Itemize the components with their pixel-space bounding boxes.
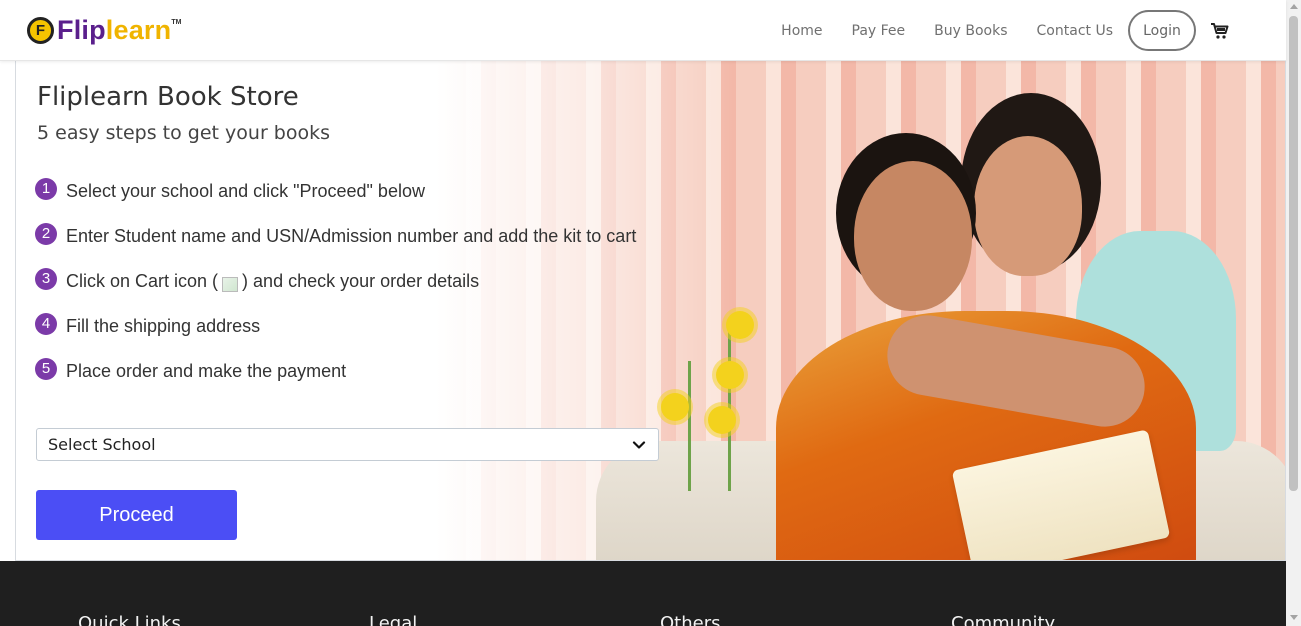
step-text-before: Click on Cart icon ( bbox=[66, 271, 219, 291]
logo-wordmark: Fliplearn bbox=[57, 17, 171, 44]
step-number-badge: 2 bbox=[35, 222, 57, 245]
hero-image-flower bbox=[661, 393, 689, 421]
top-navbar: F Fliplearn TM Home Pay Fee Buy Books Co… bbox=[0, 0, 1286, 61]
login-button[interactable]: Login bbox=[1128, 10, 1196, 51]
logo-text-part2: learn bbox=[105, 15, 172, 45]
step-item: 2 Enter Student name and USN/Admission n… bbox=[35, 214, 636, 259]
step-number-badge: 1 bbox=[35, 177, 57, 200]
hero-image-girl-face bbox=[974, 136, 1082, 276]
hero-image-flower bbox=[708, 406, 736, 434]
hero-image-flower bbox=[726, 311, 754, 339]
step-text: Select your school and click "Proceed" b… bbox=[66, 181, 425, 201]
vertical-scrollbar[interactable] bbox=[1286, 0, 1301, 626]
footer-heading-legal: Legal bbox=[369, 613, 418, 626]
step-text: Fill the shipping address bbox=[66, 316, 261, 336]
logo-badge: F bbox=[27, 17, 54, 44]
cart-icon[interactable] bbox=[1210, 21, 1230, 41]
logo-trademark: TM bbox=[171, 19, 182, 26]
school-select[interactable]: Select School bbox=[36, 428, 659, 461]
nav-contact-us[interactable]: Contact Us bbox=[1037, 23, 1113, 39]
scrollbar-thumb[interactable] bbox=[1289, 16, 1298, 491]
proceed-button[interactable]: Proceed bbox=[36, 490, 237, 540]
chevron-down-icon bbox=[632, 441, 646, 449]
step-item: 5 Place order and make the payment bbox=[35, 349, 636, 394]
book-store-hero: Fliplearn Book Store 5 easy steps to get… bbox=[15, 61, 1286, 561]
hero-image-stem bbox=[688, 361, 691, 491]
footer-heading-others: Others bbox=[660, 613, 721, 626]
page-subtitle: 5 easy steps to get your books bbox=[37, 122, 331, 144]
step-number-badge: 5 bbox=[35, 357, 57, 380]
step-item: 1 Select your school and click "Proceed"… bbox=[35, 169, 636, 214]
footer: Quick Links Legal Others Community bbox=[0, 561, 1286, 626]
logo-text-part1: Flip bbox=[57, 15, 106, 45]
nav-home[interactable]: Home bbox=[781, 23, 822, 39]
page-title: Fliplearn Book Store bbox=[37, 82, 299, 112]
main-nav: Home Pay Fee Buy Books Contact Us Login bbox=[781, 0, 1230, 61]
step-number-badge: 4 bbox=[35, 312, 57, 335]
step-item: 3 Click on Cart icon ( ) and check your … bbox=[35, 259, 636, 304]
step-number-badge: 3 bbox=[35, 267, 57, 290]
school-select-value: Select School bbox=[48, 435, 156, 454]
step-text: Enter Student name and USN/Admission num… bbox=[66, 226, 637, 246]
hero-image-woman-face bbox=[854, 161, 972, 311]
step-text-after: ) and check your order details bbox=[242, 271, 480, 291]
scroll-down-arrow-icon[interactable] bbox=[1290, 615, 1298, 620]
scroll-up-arrow-icon[interactable] bbox=[1290, 4, 1298, 9]
hero-image-flower bbox=[716, 361, 744, 389]
step-text: Place order and make the payment bbox=[66, 361, 347, 381]
footer-heading-quick-links: Quick Links bbox=[78, 613, 181, 626]
nav-buy-books[interactable]: Buy Books bbox=[934, 23, 1007, 39]
fliplearn-logo[interactable]: F Fliplearn TM bbox=[27, 17, 181, 44]
step-text: Click on Cart icon ( ) and check your or… bbox=[66, 271, 479, 292]
nav-pay-fee[interactable]: Pay Fee bbox=[852, 23, 906, 39]
step-item: 4 Fill the shipping address bbox=[35, 304, 636, 349]
footer-heading-community: Community bbox=[951, 613, 1056, 626]
steps-list: 1 Select your school and click "Proceed"… bbox=[35, 169, 636, 394]
cart-image-icon bbox=[222, 277, 239, 292]
page: F Fliplearn TM Home Pay Fee Buy Books Co… bbox=[0, 0, 1301, 626]
